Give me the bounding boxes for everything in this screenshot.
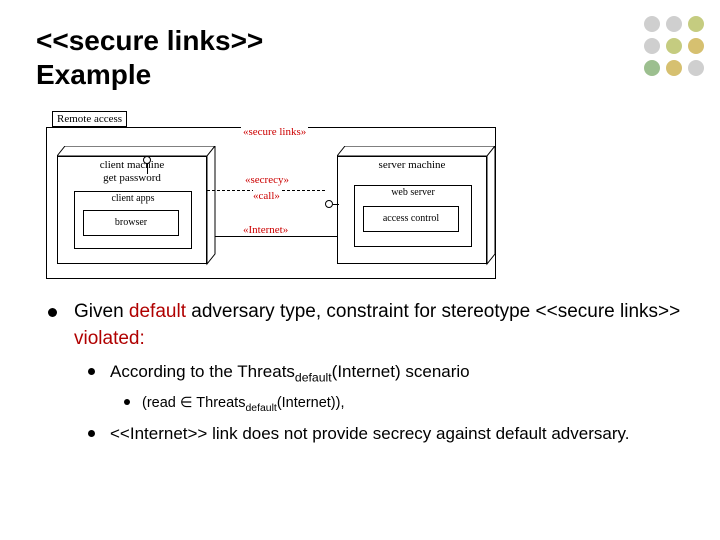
uml-diagram: Remote access «secure links» client mach… (46, 111, 496, 281)
bullet-main: Given default adversary type, constraint… (36, 299, 684, 446)
server-interface-circle (325, 200, 333, 208)
title-line-1: <<secure links>> (36, 25, 263, 56)
client-title-l1: client machine (100, 159, 164, 171)
slide-title: <<secure links>> Example (36, 24, 684, 91)
element-of-symbol: ∈ (180, 395, 193, 411)
server-component-label: web server (357, 187, 469, 198)
client-component: client apps browser (74, 191, 192, 249)
bullet-scenario: According to the Threatsdefault(Internet… (74, 360, 684, 416)
server-component: web server access control (354, 185, 472, 247)
decorative-dot-grid (644, 16, 704, 76)
internet-label: «Internet» (243, 224, 288, 236)
server-node: server machine web server access control (337, 146, 487, 264)
server-title: server machine (338, 157, 486, 172)
client-node: client machine get password client apps … (57, 146, 207, 264)
package-tab: Remote access (52, 111, 127, 127)
text-violated: violated: (74, 328, 145, 349)
title-line-2: Example (36, 59, 151, 90)
call-label: «call» (253, 190, 280, 202)
client-title: client machine get password (58, 157, 206, 184)
client-interface-stem (147, 164, 148, 174)
server-access-control: access control (363, 206, 459, 232)
client-component-label: client apps (77, 193, 189, 204)
client-title-l2: get password (103, 172, 161, 184)
internet-line (215, 236, 337, 237)
package-stereotype: «secure links» (241, 126, 308, 138)
secrecy-label: «secrecy» (245, 174, 289, 186)
package-body: «secure links» client machine get passwo… (46, 127, 496, 279)
bullet-read: (read ∈ Threatsdefault(Internet)), (110, 393, 684, 417)
slide-body: Given default adversary type, constraint… (36, 299, 684, 446)
client-browser: browser (83, 210, 179, 236)
bullet-internet-link: <<Internet>> link does not provide secre… (74, 422, 684, 446)
text-default: default (129, 301, 186, 322)
